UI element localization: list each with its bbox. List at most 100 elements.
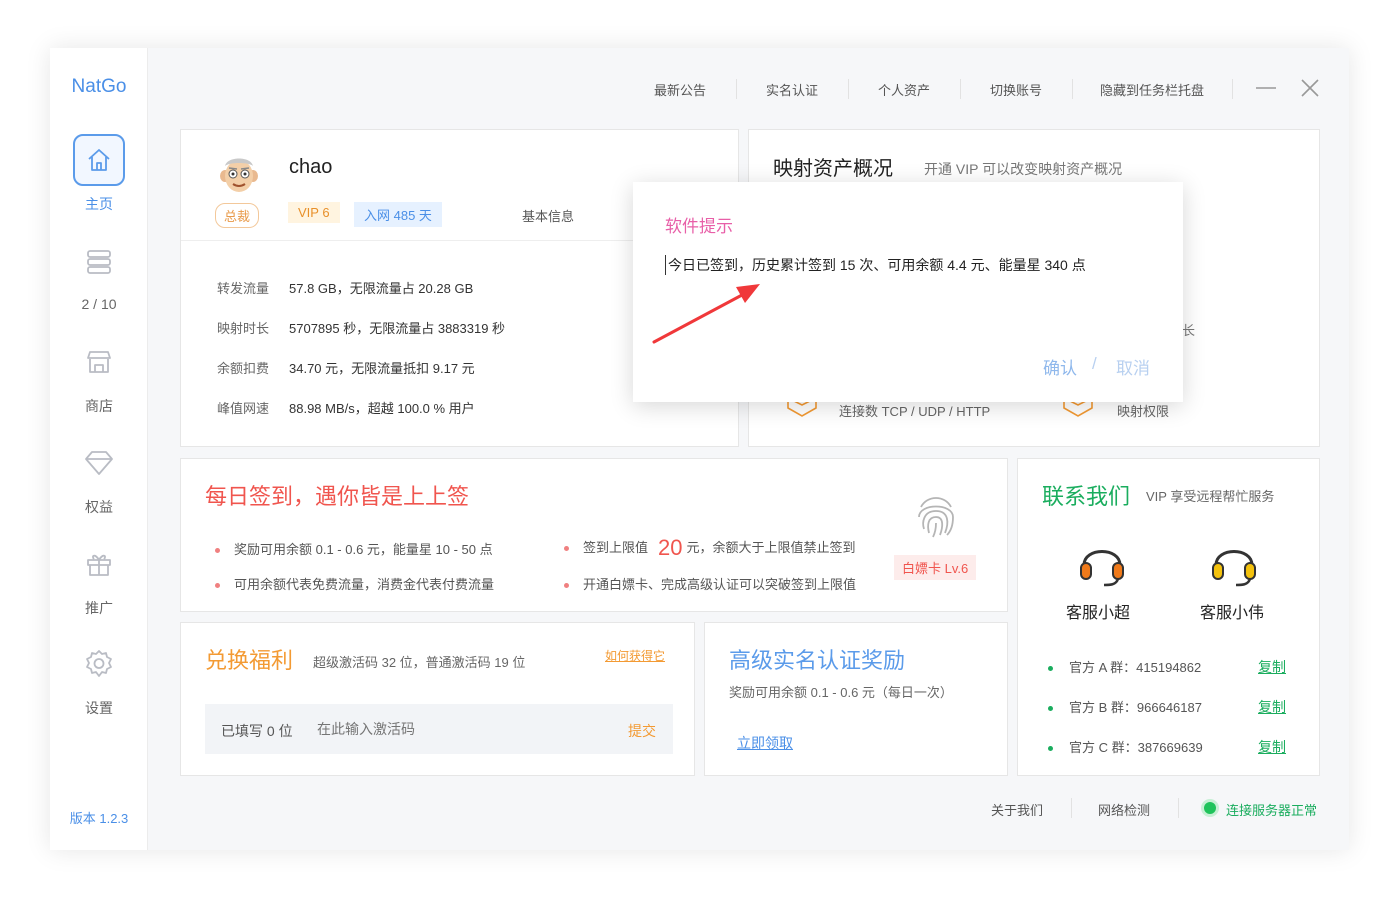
redeem-input-box: 已填写 0 位 提交 <box>205 704 673 754</box>
server-status: 连接服务器正常 <box>1226 803 1318 818</box>
button-separator: / <box>1092 354 1097 373</box>
divider <box>1232 79 1233 99</box>
realname-card: 高级实名认证奖励 奖励可用余额 0.1 - 0.6 元（每日一次） 立即领取 <box>704 622 1008 776</box>
version-label: 版本 1.2.3 <box>69 811 129 826</box>
copy-button[interactable]: 复制 <box>1258 737 1286 757</box>
checkin-title: 每日签到，遇你皆是上上签 <box>205 484 470 509</box>
redeem-title: 兑换福利 <box>205 648 294 673</box>
sidebar-item-promote[interactable]: 推广 <box>50 538 148 618</box>
headset-icon-orange <box>1080 550 1124 587</box>
stat-row: 峰值网速 88.98 MB/s，超越 100.0 % 用户 <box>217 398 475 417</box>
bullet-text: 签到上限值 <box>583 540 649 555</box>
contact-card: 联系我们 VIP 享受远程帮忙服务 客服小超 客服小伟 官方 A 群：41519… <box>1017 458 1320 776</box>
top-link-switch-account[interactable]: 切换账号 <box>990 80 1042 99</box>
group-label: 官方 B 群：966646187 <box>1069 700 1202 715</box>
group-row: 官方 A 群：415194862 <box>1048 657 1201 676</box>
bullet-dot <box>215 583 220 589</box>
agent-name[interactable]: 客服小伟 <box>1200 599 1264 623</box>
home-icon <box>73 134 125 186</box>
fingerprint-icon <box>918 497 954 538</box>
sidebar-item-servers[interactable]: 2 / 10 <box>50 236 148 312</box>
cancel-button[interactable]: 取消 <box>1116 354 1150 379</box>
contact-subtitle: VIP 享受远程帮忙服务 <box>1146 489 1275 504</box>
fingerprint-checkin-button[interactable] <box>909 489 963 548</box>
sidebar-item-home[interactable]: 主页 <box>50 134 148 214</box>
claim-button[interactable]: 立即领取 <box>737 733 793 753</box>
realname-title: 高级实名认证奖励 <box>729 648 906 673</box>
stat-label: 映射时长 <box>217 321 270 336</box>
help-link[interactable]: 如何获得它 <box>605 647 665 664</box>
confirm-button[interactable]: 确认 <box>1043 354 1077 379</box>
sidebar-item-label: 主页 <box>85 196 113 212</box>
stat-value: 88.98 MB/s，超越 100.0 % 用户 <box>289 401 475 416</box>
group-label: 官方 C 群：387669639 <box>1069 740 1203 755</box>
redeem-subtitle: 超级激活码 32 位，普通激活码 19 位 <box>313 655 526 670</box>
top-link-realname[interactable]: 实名认证 <box>766 80 818 99</box>
copy-button[interactable]: 复制 <box>1258 657 1286 677</box>
agent-name[interactable]: 客服小超 <box>1066 599 1130 623</box>
sidebar-item-settings[interactable]: 设置 <box>50 638 148 718</box>
assets-title: 映射资产概况 <box>773 158 893 180</box>
card-level-badge: 白嫖卡 Lv.6 <box>894 555 977 580</box>
checkin-bullet: 签到上限值 20 元，余额大于上限值禁止签到 <box>564 535 856 561</box>
sidebar-item-label: 2 / 10 <box>81 296 117 312</box>
bullet-dot <box>215 548 220 554</box>
bullet-dot <box>564 583 569 589</box>
sidebar-item-label: 商店 <box>85 398 113 414</box>
redeem-card: 兑换福利 超级激活码 32 位，普通激活码 19 位 如何获得它 已填写 0 位… <box>180 622 695 776</box>
divider <box>1178 798 1179 818</box>
top-link-hide-to-tray[interactable]: 隐藏到任务栏托盘 <box>1100 80 1204 99</box>
bullet-text: 元，余额大于上限值禁止签到 <box>686 540 856 555</box>
activation-code-input[interactable] <box>317 717 607 741</box>
gift-icon <box>73 538 125 590</box>
top-link-announcements[interactable]: 最新公告 <box>654 80 706 99</box>
stat-label: 余额扣费 <box>217 361 270 376</box>
group-row: 官方 B 群：966646187 <box>1048 697 1202 716</box>
about-link[interactable]: 关于我们 <box>991 800 1043 819</box>
app-window: NatGo 主页 2 / 10 商店 权益 推广 设置 版本 1.2.3 最新公… <box>50 48 1349 850</box>
server-icon <box>73 236 125 288</box>
assets-partial-text: 长 <box>1182 323 1196 338</box>
username: chao <box>289 156 333 178</box>
divider <box>1072 79 1073 99</box>
top-link-assets[interactable]: 个人资产 <box>878 80 930 99</box>
bullet-text: 奖励可用余额 0.1 - 0.6 元，能量星 10 - 50 点 <box>234 542 493 557</box>
avatar <box>217 152 261 196</box>
filled-count: 已填写 0 位 <box>221 723 293 739</box>
bullet-text: 可用余额代表免费流量，消费金代表付费流量 <box>234 577 495 592</box>
network-check-link[interactable]: 网络检测 <box>1098 800 1150 819</box>
bullet-dot <box>1048 746 1053 752</box>
copy-button[interactable]: 复制 <box>1258 697 1286 717</box>
sidebar-item-label: 推广 <box>85 600 113 616</box>
checkin-card: 每日签到，遇你皆是上上签 奖励可用余额 0.1 - 0.6 元，能量星 10 -… <box>180 458 1008 612</box>
stat-row: 转发流量 57.8 GB，无限流量占 20.28 GB <box>217 278 473 297</box>
status-dot-icon <box>1204 802 1216 814</box>
stat-row: 映射时长 5707895 秒，无限流量占 3883319 秒 <box>217 318 505 337</box>
divider <box>736 79 737 99</box>
bullet-dot <box>1048 706 1053 712</box>
sidebar-item-label: 设置 <box>85 700 113 716</box>
headset-icon <box>1208 537 1260 594</box>
connections-label: 连接数 TCP / UDP / HTTP <box>839 404 991 419</box>
top-bar: 最新公告 实名认证 个人资产 切换账号 隐藏到任务栏托盘 <box>148 48 1349 128</box>
minimize-icon <box>1256 87 1276 89</box>
dialog-message: 今日已签到，历史累计签到 15 次、可用余额 4.4 元、能量星 340 点 <box>665 255 1086 275</box>
stat-label: 转发流量 <box>217 281 270 296</box>
role-badge: 总裁 <box>215 203 260 228</box>
stat-row: 余额扣费 34.70 元，无限流量抵扣 9.17 元 <box>217 358 475 377</box>
sidebar-item-label: 权益 <box>85 499 113 515</box>
contact-title: 联系我们 <box>1042 484 1131 509</box>
submit-button[interactable]: 提交 <box>628 721 656 741</box>
days-badge: 入网 485 天 <box>354 202 442 227</box>
diamond-icon <box>73 437 125 489</box>
sidebar-item-store[interactable]: 商店 <box>50 336 148 416</box>
headset-icon <box>1076 537 1128 594</box>
close-icon <box>1301 79 1319 97</box>
avatar-icon <box>220 158 258 192</box>
stat-value: 34.70 元，无限流量抵扣 9.17 元 <box>289 361 475 376</box>
minimize-button[interactable] <box>1254 76 1278 100</box>
basic-info-link[interactable]: 基本信息 <box>522 206 574 225</box>
close-button[interactable] <box>1298 76 1322 100</box>
annotation-arrow-icon <box>652 284 760 344</box>
sidebar-item-benefits[interactable]: 权益 <box>50 437 148 517</box>
